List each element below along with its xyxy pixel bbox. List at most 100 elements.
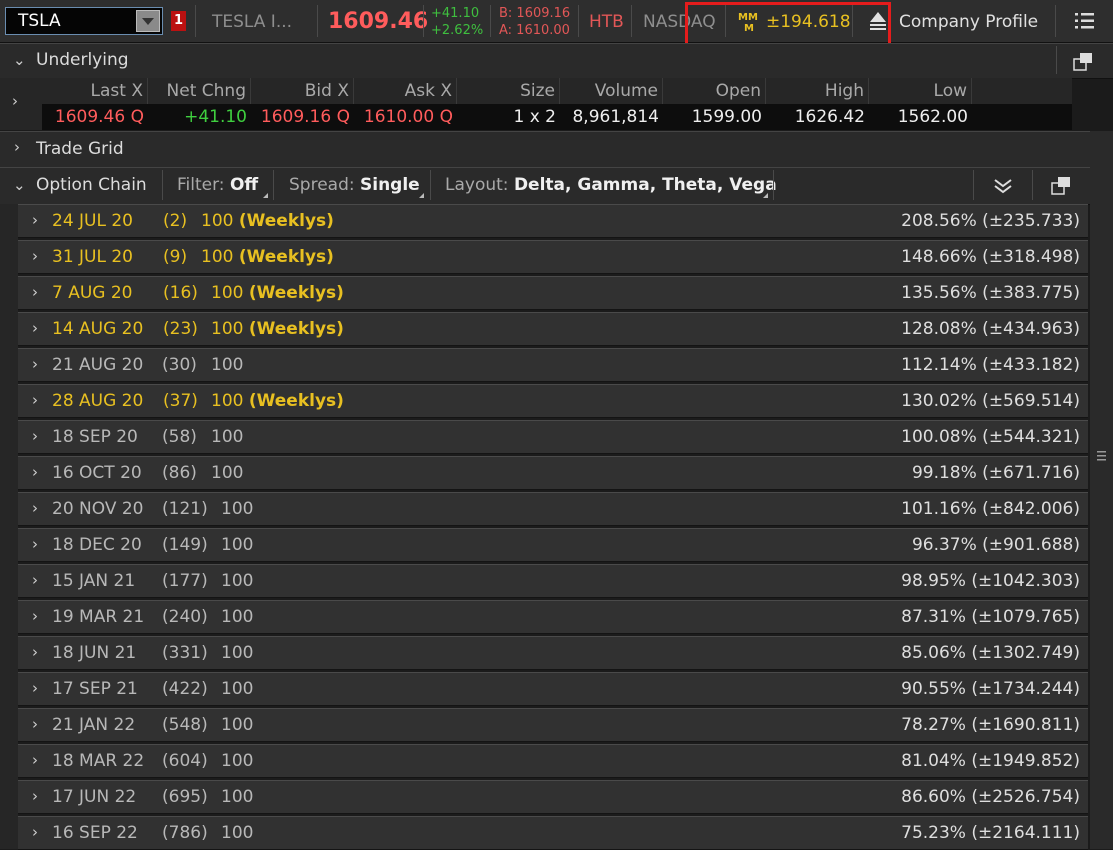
expiration-row[interactable]: › 7 AUG 20 (16) 100 (Weeklys) 135.56% (±383.… (18, 276, 1088, 310)
days-to-expiration: (548) (162, 715, 208, 735)
multiplier: 100 (Weeklys) (201, 247, 334, 267)
percent-change: +2.62% (431, 23, 484, 38)
chevron-down-icon (142, 18, 154, 25)
company-name: TESLA I... (212, 12, 293, 32)
expiration-row[interactable]: › 20 NOV 20 (121) 100 101.16% (±842.006) (18, 492, 1088, 526)
chevron-right-icon[interactable]: › (32, 391, 38, 409)
hard-to-borrow-indicator: HTB (589, 12, 624, 32)
expiration-row[interactable]: › 21 JAN 22 (548) 100 78.27% (±1690.811) (18, 708, 1088, 742)
expiration-row[interactable]: › 18 MAR 22 (604) 100 81.04% (±1949.852) (18, 744, 1088, 778)
popout-icon[interactable] (1050, 176, 1072, 196)
multiplier: 100 (221, 751, 254, 771)
chevron-right-icon[interactable]: › (32, 247, 38, 265)
col-header-ask[interactable]: Ask X (354, 78, 457, 104)
chevron-down-icon[interactable]: ⌄ (13, 51, 26, 69)
chevron-right-icon[interactable]: › (32, 607, 38, 625)
col-header-blank (972, 78, 1072, 104)
implied-volatility: 112.14% (±433.182) (901, 355, 1080, 375)
scrollbar-grip-icon[interactable] (1097, 450, 1106, 462)
chevron-down-icon[interactable]: ⌄ (13, 176, 26, 194)
divider (423, 5, 424, 37)
vertical-scrollbar[interactable] (1090, 131, 1113, 849)
chevron-right-icon[interactable]: › (32, 463, 38, 481)
expiration-row[interactable]: › 28 AUG 20 (37) 100 (Weeklys) 130.02% (±569… (18, 384, 1088, 418)
spread-selector[interactable]: Spread: Single (289, 175, 420, 195)
implied-volatility: 90.55% (±1734.244) (901, 679, 1080, 699)
chevron-right-icon[interactable]: › (32, 787, 38, 805)
days-to-expiration: (240) (162, 607, 208, 627)
chevron-right-icon[interactable]: › (14, 138, 20, 156)
col-header-low[interactable]: Low (869, 78, 972, 104)
chevron-right-icon[interactable]: › (32, 643, 38, 661)
filter-selector[interactable]: Filter: Off (177, 175, 258, 195)
col-header-open[interactable]: Open (663, 78, 766, 104)
col-header-volume[interactable]: Volume (560, 78, 663, 104)
expiration-row[interactable]: › 17 JUN 22 (695) 100 86.60% (±2526.754) (18, 780, 1088, 814)
expiration-list: › 24 JUL 20 (2) 100 (Weeklys) 208.56% (±235.… (18, 204, 1088, 850)
menu-icon[interactable] (1075, 12, 1095, 30)
symbol-input[interactable]: TSLA (18, 11, 61, 31)
symbol-dropdown-button[interactable] (136, 10, 160, 32)
expiration-row[interactable]: › 18 JUN 21 (331) 100 85.06% (±1302.749) (18, 636, 1088, 670)
left-gutter (0, 204, 18, 849)
expiration-date: 7 AUG 20 (52, 283, 133, 303)
underlying-section-header[interactable] (0, 43, 1113, 79)
expiration-row[interactable]: › 19 MAR 21 (240) 100 87.31% (±1079.765) (18, 600, 1088, 634)
multiplier: 100 (Weeklys) (211, 283, 344, 303)
col-header-bid[interactable]: Bid X (251, 78, 354, 104)
expiration-row[interactable]: › 18 SEP 20 (58) 100 100.08% (±544.321) (18, 420, 1088, 454)
trade-grid-title[interactable]: Trade Grid (36, 139, 124, 159)
chevron-right-icon[interactable]: › (32, 355, 38, 373)
expiration-row[interactable]: › 31 JUL 20 (9) 100 (Weeklys) 148.66% (±318.… (18, 240, 1088, 274)
col-header-size[interactable]: Size (457, 78, 560, 104)
expiration-row[interactable]: › 16 OCT 20 (86) 100 99.18% (±671.716) (18, 456, 1088, 490)
ask-value: 1610.00 Q (363, 107, 453, 127)
layout-selector[interactable]: Layout: Delta, Gamma, Theta, Vega (445, 175, 777, 195)
col-header-last[interactable]: Last X (42, 78, 148, 104)
expiration-row[interactable]: › 14 AUG 20 (23) 100 (Weeklys) 128.08% (±434… (18, 312, 1088, 346)
chevron-right-icon[interactable]: › (32, 535, 38, 553)
chevron-right-icon[interactable]: › (32, 751, 38, 769)
chevron-right-icon[interactable]: › (32, 427, 38, 445)
days-to-expiration: (37) (163, 391, 198, 411)
collapse-all-icon[interactable] (993, 177, 1013, 195)
expiration-date: 18 DEC 20 (52, 535, 142, 555)
expiration-date: 21 AUG 20 (52, 355, 144, 375)
trade-grid-section-header[interactable] (0, 131, 1090, 168)
expiration-date: 24 JUL 20 (52, 211, 133, 231)
days-to-expiration: (16) (163, 283, 198, 303)
chevron-right-icon[interactable]: › (32, 571, 38, 589)
divider (973, 170, 974, 200)
chevron-right-icon[interactable]: › (32, 823, 38, 841)
days-to-expiration: (121) (162, 499, 208, 519)
chevron-right-icon[interactable]: › (12, 92, 18, 110)
chevron-right-icon[interactable]: › (32, 679, 38, 697)
multiplier: 100 (211, 463, 244, 483)
option-chain-title[interactable]: Option Chain (36, 175, 147, 195)
col-header-net-chng[interactable]: Net Chng (148, 78, 251, 104)
symbol-selector[interactable]: TSLA (5, 7, 163, 35)
popout-icon[interactable] (1072, 52, 1094, 72)
days-to-expiration: (149) (162, 535, 208, 555)
chevron-right-icon[interactable]: › (32, 319, 38, 337)
expiration-row[interactable]: › 21 AUG 20 (30) 100 112.14% (±433.182) (18, 348, 1088, 382)
expiration-row[interactable]: › 24 JUL 20 (2) 100 (Weeklys) 208.56% (±235.… (18, 204, 1088, 238)
underlying-title[interactable]: Underlying (36, 50, 129, 70)
days-to-expiration: (695) (162, 787, 208, 807)
alert-badge[interactable]: 1 (171, 11, 186, 31)
col-header-high[interactable]: High (766, 78, 869, 104)
chevron-right-icon[interactable]: › (32, 283, 38, 301)
expiration-row[interactable]: › 15 JAN 21 (177) 100 98.95% (±1042.303) (18, 564, 1088, 598)
multiplier: 100 (Weeklys) (211, 319, 344, 339)
chevron-right-icon[interactable]: › (32, 715, 38, 733)
chevron-right-icon[interactable]: › (32, 211, 38, 229)
expiration-row[interactable]: › 18 DEC 20 (149) 100 96.37% (±901.688) (18, 528, 1088, 562)
company-profile-button[interactable]: Company Profile (899, 12, 1038, 32)
chevron-right-icon[interactable]: › (32, 499, 38, 517)
expiration-row[interactable]: › 17 SEP 21 (422) 100 90.55% (±1734.244) (18, 672, 1088, 706)
implied-volatility: 101.16% (±842.006) (901, 499, 1080, 519)
days-to-expiration: (786) (162, 823, 208, 843)
divider (317, 5, 318, 37)
underlying-expand-gutter[interactable]: › (0, 78, 42, 130)
expiration-row[interactable]: › 16 SEP 22 (786) 100 75.23% (±2164.111) (18, 816, 1088, 850)
